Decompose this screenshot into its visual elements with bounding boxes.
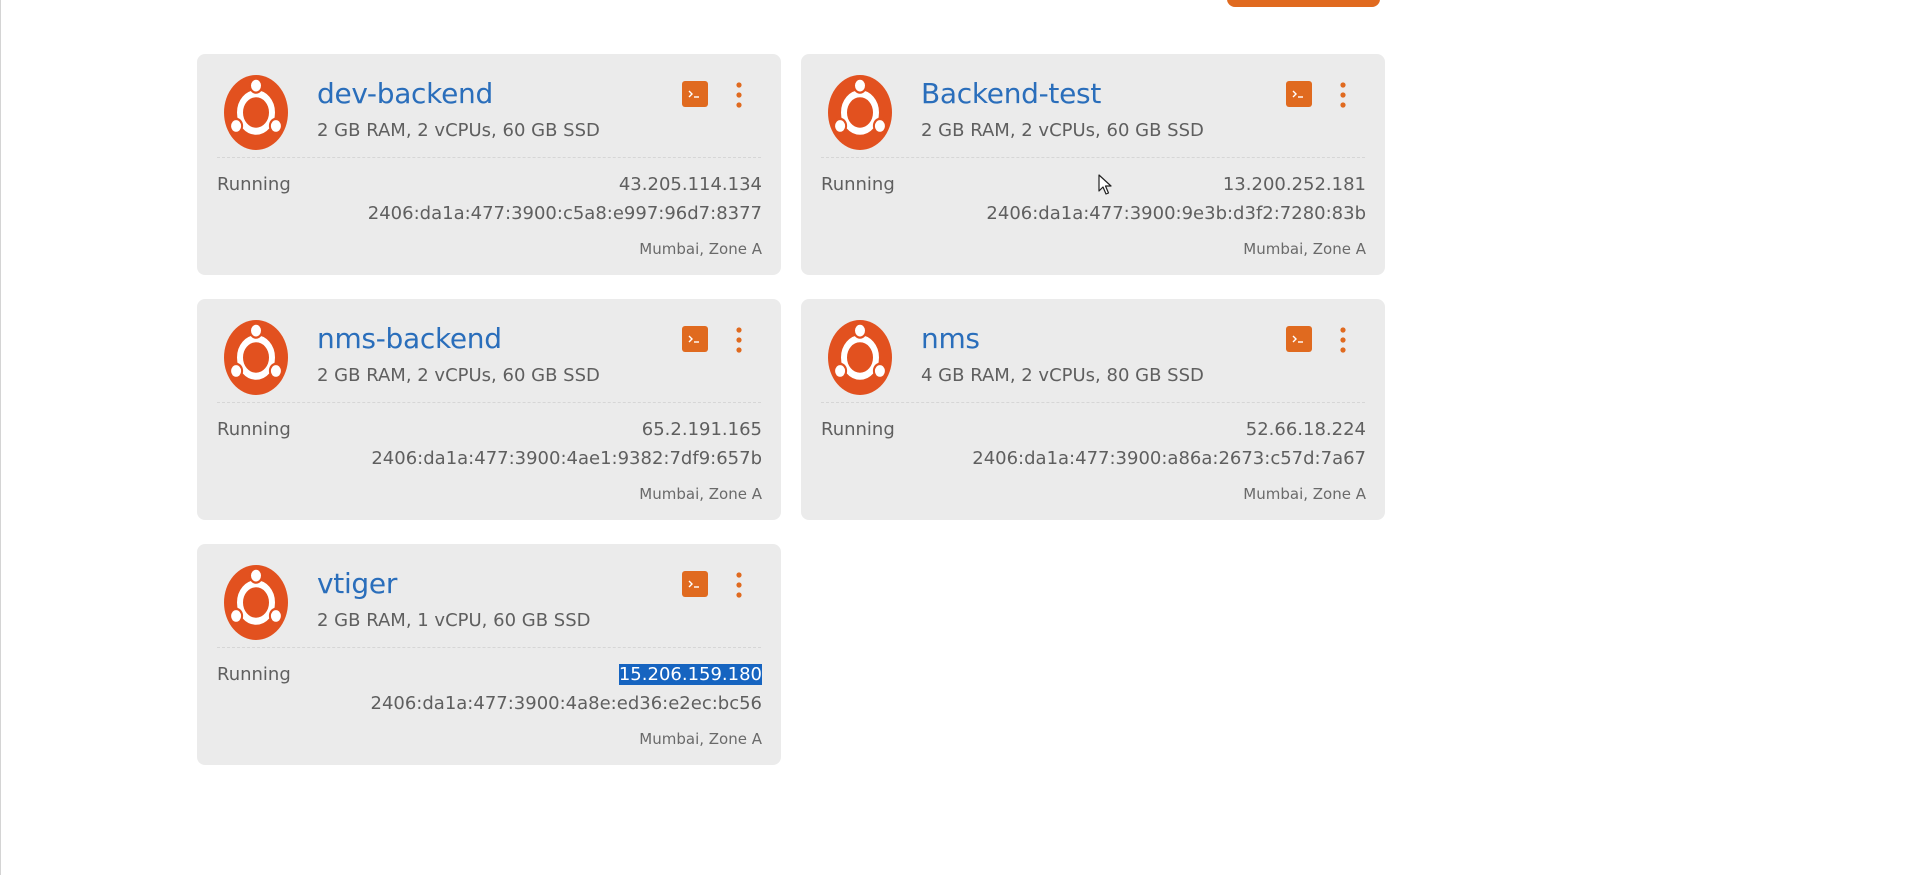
instance-location: Mumbai, Zone A: [639, 730, 762, 748]
instance-name[interactable]: dev-backend: [317, 77, 493, 110]
instance-name[interactable]: Backend-test: [921, 77, 1101, 110]
connect-ssh-button[interactable]: [682, 571, 708, 597]
instance-menu-button[interactable]: [1335, 325, 1351, 355]
card-divider: [217, 157, 761, 158]
card-divider: [821, 157, 1365, 158]
public-ipv4: 43.205.114.134: [619, 174, 762, 195]
status-text: Running: [821, 174, 895, 195]
public-ipv6: 2406:da1a:477:3900:a86a:2673:c57d:7a67: [972, 448, 1366, 469]
public-ipv6: 2406:da1a:477:3900:4ae1:9382:7df9:657b: [371, 448, 762, 469]
instance-menu-button[interactable]: [1335, 80, 1351, 110]
instance-specs: 4 GB RAM, 2 vCPUs, 80 GB SSD: [921, 365, 1204, 386]
terminal-icon: [688, 90, 699, 98]
instance-name[interactable]: vtiger: [317, 567, 397, 600]
connect-ssh-button[interactable]: [682, 81, 708, 107]
instance-location: Mumbai, Zone A: [1243, 240, 1366, 258]
public-ipv4: 13.200.252.181: [1223, 174, 1366, 195]
ipv4-text: 43.205.114.134: [618, 174, 762, 195]
status-text: Running: [821, 419, 895, 440]
instance-name[interactable]: nms-backend: [317, 322, 502, 355]
page-left-border: [0, 0, 1, 875]
instance-specs: 2 GB RAM, 2 vCPUs, 60 GB SSD: [317, 120, 600, 141]
instance-name[interactable]: nms: [921, 322, 980, 355]
connect-ssh-button[interactable]: [1286, 81, 1312, 107]
kebab-menu-icon: [1340, 82, 1346, 108]
instance-menu-button[interactable]: [731, 80, 747, 110]
connect-ssh-button[interactable]: [682, 326, 708, 352]
status-text: Running: [217, 664, 291, 685]
instance-card[interactable]: nms-backend 2 GB RAM, 2 vCPUs, 60 GB SSD…: [197, 299, 781, 520]
ubuntu-logo-icon: [224, 565, 288, 640]
public-ipv4: 52.66.18.224: [1246, 419, 1366, 440]
instance-location: Mumbai, Zone A: [639, 485, 762, 503]
instance-menu-button[interactable]: [731, 325, 747, 355]
status-text: Running: [217, 174, 291, 195]
kebab-menu-icon: [736, 572, 742, 598]
instance-card[interactable]: dev-backend 2 GB RAM, 2 vCPUs, 60 GB SSD…: [197, 54, 781, 275]
public-ipv6: 2406:da1a:477:3900:9e3b:d3f2:7280:83b: [986, 203, 1366, 224]
ubuntu-logo-icon: [224, 75, 288, 150]
card-divider: [217, 402, 761, 403]
instance-specs: 2 GB RAM, 2 vCPUs, 60 GB SSD: [921, 120, 1204, 141]
ipv4-text: 13.200.252.181: [1222, 174, 1366, 195]
ipv4-text: 15.206.159.180: [618, 664, 762, 685]
kebab-menu-icon: [736, 327, 742, 353]
status-text: Running: [217, 419, 291, 440]
instance-specs: 2 GB RAM, 2 vCPUs, 60 GB SSD: [317, 365, 600, 386]
instance-grid: dev-backend 2 GB RAM, 2 vCPUs, 60 GB SSD…: [197, 54, 1385, 765]
instance-card[interactable]: nms 4 GB RAM, 2 vCPUs, 80 GB SSD Running…: [801, 299, 1385, 520]
ubuntu-logo-icon: [828, 320, 892, 395]
card-divider: [821, 402, 1365, 403]
create-instance-button[interactable]: [1227, 0, 1380, 7]
instance-location: Mumbai, Zone A: [639, 240, 762, 258]
connect-ssh-button[interactable]: [1286, 326, 1312, 352]
public-ipv6: 2406:da1a:477:3900:c5a8:e997:96d7:8377: [367, 203, 762, 224]
instance-specs: 2 GB RAM, 1 vCPU, 60 GB SSD: [317, 610, 591, 631]
instance-menu-button[interactable]: [731, 570, 747, 600]
instance-card[interactable]: Backend-test 2 GB RAM, 2 vCPUs, 60 GB SS…: [801, 54, 1385, 275]
ipv4-text: 65.2.191.165: [641, 419, 762, 440]
kebab-menu-icon: [1340, 327, 1346, 353]
card-divider: [217, 647, 761, 648]
instance-card[interactable]: vtiger 2 GB RAM, 1 vCPU, 60 GB SSD Runni…: [197, 544, 781, 765]
instance-location: Mumbai, Zone A: [1243, 485, 1366, 503]
public-ipv4: 65.2.191.165: [642, 419, 762, 440]
terminal-icon: [688, 335, 699, 343]
terminal-icon: [1292, 90, 1303, 98]
public-ipv4: 15.206.159.180: [618, 664, 762, 685]
ubuntu-logo-icon: [828, 75, 892, 150]
terminal-icon: [1292, 335, 1303, 343]
public-ipv6: 2406:da1a:477:3900:4a8e:ed36:e2ec:bc56: [370, 693, 763, 714]
ipv4-text: 52.66.18.224: [1245, 419, 1366, 440]
terminal-icon: [688, 580, 699, 588]
ubuntu-logo-icon: [224, 320, 288, 395]
kebab-menu-icon: [736, 82, 742, 108]
